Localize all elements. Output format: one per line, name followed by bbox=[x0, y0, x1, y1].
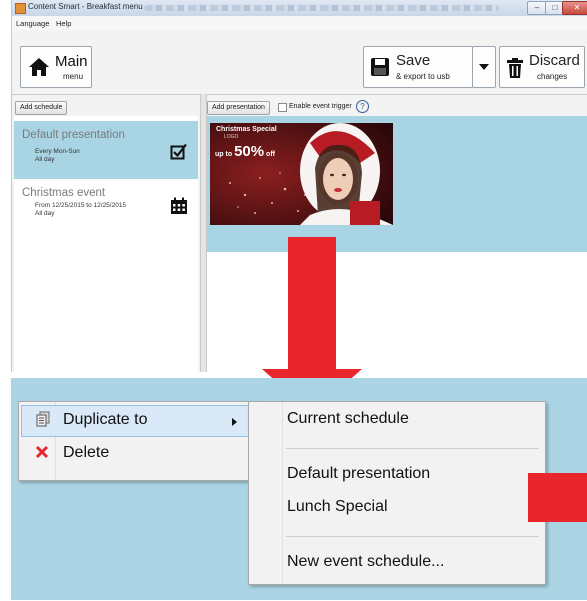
duplicate-submenu: Current schedule Default presentation Lu… bbox=[248, 401, 546, 585]
save-button[interactable]: Save & export to usb bbox=[363, 46, 473, 88]
red-arrow-fragment bbox=[528, 473, 587, 522]
event-trigger-label: Enable event trigger bbox=[289, 103, 352, 110]
schedule-recurrence: Every Mon-Sun bbox=[35, 148, 80, 155]
schedule-name: Default presentation bbox=[22, 129, 125, 141]
duplicate-icon bbox=[35, 411, 51, 432]
submenu-item-default-presentation[interactable]: Default presentation bbox=[287, 465, 430, 483]
schedule-list: Default presentation Every Mon-Sun All d… bbox=[14, 116, 198, 372]
calendar-icon bbox=[170, 197, 188, 220]
discard-label: Discard bbox=[529, 52, 580, 69]
pane-splitter[interactable] bbox=[200, 94, 207, 372]
schedule-time: All day bbox=[35, 210, 55, 217]
thumbnail-title: Christmas Special bbox=[216, 126, 277, 133]
minimize-button[interactable]: – bbox=[527, 1, 547, 15]
submenu-separator bbox=[286, 448, 539, 449]
main-sublabel: menu bbox=[63, 72, 84, 81]
context-menu: Duplicate to Delete bbox=[18, 401, 260, 481]
trash-icon bbox=[505, 57, 525, 84]
close-button[interactable]: ✕ bbox=[562, 1, 587, 15]
schedule-item-default[interactable]: Default presentation Every Mon-Sun All d… bbox=[14, 121, 198, 179]
help-icon[interactable]: ? bbox=[356, 100, 369, 113]
window-title: Content Smart - Breakfast menu bbox=[28, 2, 143, 11]
submenu-gutter bbox=[282, 402, 283, 584]
submenu-item-lunch-special[interactable]: Lunch Special bbox=[287, 498, 388, 516]
thumbnail-offer: up to 50% off bbox=[215, 143, 275, 160]
context-menu-zoom: Duplicate to Delete Current schedule Def… bbox=[11, 378, 587, 600]
schedule-item-christmas[interactable]: Christmas event From 12/25/2015 to 12/25… bbox=[14, 179, 198, 237]
home-icon bbox=[27, 56, 51, 83]
presentation-thumbnail[interactable]: Christmas Special LOGO up to 50% off bbox=[210, 123, 393, 225]
menu-item-delete[interactable]: Delete bbox=[63, 444, 109, 462]
save-options-dropdown[interactable] bbox=[472, 46, 496, 88]
offer-prefix: up to bbox=[215, 151, 233, 158]
menu-item-duplicate[interactable]: Duplicate to bbox=[63, 411, 148, 429]
offer-suffix: off bbox=[266, 151, 275, 158]
floppy-disk-icon bbox=[370, 57, 390, 82]
submenu-item-current-schedule[interactable]: Current schedule bbox=[287, 410, 409, 428]
down-arrow-stem bbox=[288, 237, 336, 370]
menu-language[interactable]: Language bbox=[16, 19, 49, 28]
save-sublabel: & export to usb bbox=[396, 72, 450, 81]
submenu-item-new-event-schedule[interactable]: New event schedule... bbox=[287, 553, 444, 571]
main-label: Main bbox=[55, 53, 88, 70]
checkbox-icon bbox=[170, 143, 188, 165]
thumbnail-logo: LOGO bbox=[224, 134, 239, 140]
presentation-area: Christmas Special LOGO up to 50% off bbox=[207, 116, 587, 372]
title-bar-blur bbox=[144, 5, 499, 11]
menu-bar: Language Help bbox=[12, 16, 587, 30]
discard-button[interactable]: Discard changes bbox=[499, 46, 585, 88]
add-schedule-button[interactable]: Add schedule bbox=[15, 101, 68, 115]
submenu-separator bbox=[286, 536, 539, 537]
title-bar: Content Smart - Breakfast menu – □ ✕ bbox=[12, 0, 587, 16]
app-icon bbox=[15, 3, 26, 14]
schedule-date-range: From 12/25/2015 to 12/25/2015 bbox=[35, 202, 127, 209]
delete-x-icon bbox=[35, 445, 49, 464]
toolbar-divider bbox=[12, 94, 587, 95]
submenu-arrow-icon bbox=[232, 418, 237, 426]
schedule-time: All day bbox=[35, 156, 55, 163]
discard-sublabel: changes bbox=[537, 72, 568, 81]
chevron-down-icon bbox=[479, 64, 489, 70]
menu-help[interactable]: Help bbox=[56, 19, 71, 28]
schedule-name: Christmas event bbox=[22, 187, 106, 199]
add-presentation-button[interactable]: Add presentation bbox=[207, 101, 270, 115]
save-label: Save bbox=[396, 52, 431, 69]
presentation-strip: Christmas Special LOGO up to 50% off bbox=[207, 116, 587, 252]
event-trigger-checkbox[interactable] bbox=[278, 103, 287, 112]
main-menu-button[interactable]: Main menu bbox=[20, 46, 92, 88]
offer-percent: 50% bbox=[234, 143, 265, 160]
